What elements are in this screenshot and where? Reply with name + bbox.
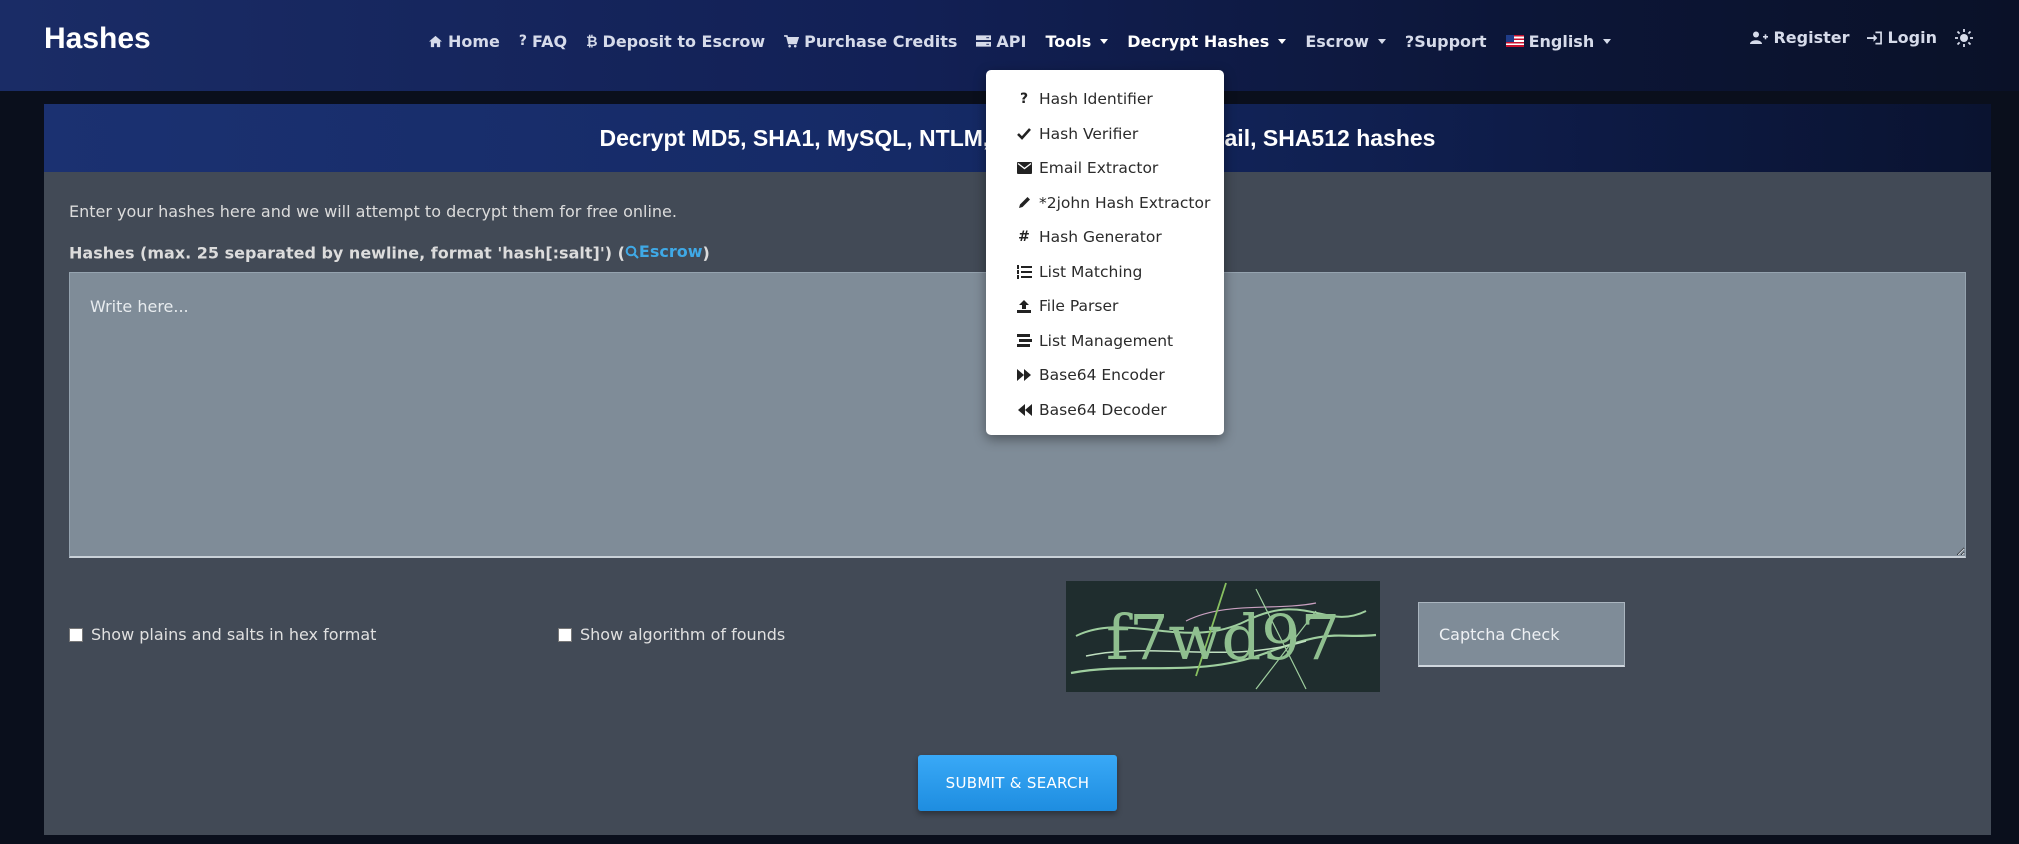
nav-purchase-label: Purchase Credits — [804, 31, 958, 51]
nav-decrypt-label: Decrypt Hashes — [1127, 31, 1270, 51]
hex-format-checkbox[interactable] — [69, 627, 83, 642]
menu-item-hash-generator[interactable]: # Hash Generator — [986, 220, 1224, 255]
chevron-down-icon — [1377, 38, 1386, 44]
sign-in-icon — [1867, 31, 1883, 45]
menu-item-label: Hash Verifier — [1039, 124, 1139, 143]
menu-item-hash-identifier[interactable]: ? Hash Identifier — [986, 82, 1224, 117]
menu-item-label: Base64 Decoder — [1039, 400, 1167, 419]
nav-language[interactable]: English — [1505, 31, 1612, 51]
backward-icon — [1016, 403, 1032, 416]
theme-toggle[interactable] — [1955, 28, 1973, 47]
nav-right: Register Login — [1750, 28, 1973, 47]
algorithm-label: Show algorithm of founds — [580, 625, 786, 644]
chevron-down-icon — [1603, 38, 1612, 44]
captcha-text: f7wd97 — [1106, 601, 1340, 674]
nav-home[interactable]: Home — [428, 32, 500, 51]
menu-item-file-parser[interactable]: File Parser — [986, 289, 1224, 324]
us-flag-icon — [1505, 35, 1524, 47]
algorithm-option[interactable]: Show algorithm of founds — [558, 625, 785, 644]
menu-item-label: Hash Identifier — [1039, 90, 1153, 109]
nav-faq-label: FAQ — [532, 31, 568, 51]
captcha-input[interactable] — [1418, 602, 1625, 667]
nav-register-label: Register — [1773, 28, 1850, 47]
nav-login-label: Login — [1887, 28, 1937, 47]
hashes-label-end: ) — [702, 243, 710, 263]
nav-escrow-label: Escrow — [1305, 31, 1369, 51]
nav-register[interactable]: Register — [1750, 28, 1849, 47]
hashes-label-text: Hashes (max. 25 separated by newline, fo… — [69, 243, 625, 263]
escrow-link-label: Escrow — [638, 242, 703, 261]
submit-search-button[interactable]: SUBMIT & SEARCH — [918, 755, 1117, 811]
question-icon: ? — [1019, 91, 1029, 108]
menu-item-label: File Parser — [1039, 297, 1119, 316]
nav-tools-label: Tools — [1045, 31, 1092, 51]
nav-language-label: English — [1528, 31, 1595, 51]
menu-item-label: List Management — [1039, 331, 1174, 350]
chevron-down-icon — [1100, 38, 1109, 44]
escrow-link[interactable]: Escrow — [625, 242, 703, 261]
menu-item-label: Email Extractor — [1039, 159, 1159, 178]
user-plus-icon — [1750, 31, 1769, 44]
nav-decrypt-hashes[interactable]: Decrypt Hashes — [1127, 31, 1287, 51]
nav-purchase[interactable]: Purchase Credits — [784, 32, 957, 51]
algorithm-checkbox[interactable] — [558, 627, 572, 642]
nav-escrow[interactable]: Escrow — [1305, 32, 1386, 51]
brand-logo[interactable]: Hashes — [44, 22, 151, 56]
menu-item-list-matching[interactable]: List Matching — [986, 255, 1224, 290]
nav-support-label: ?Support — [1404, 31, 1487, 51]
pencil-icon — [1016, 196, 1032, 209]
menu-item-label: List Matching — [1039, 262, 1143, 281]
menu-item-base64-decoder[interactable]: Base64 Decoder — [986, 393, 1224, 428]
hashes-label: Hashes (max. 25 separated by newline, fo… — [69, 242, 710, 263]
question-icon: ? — [518, 33, 528, 49]
menu-item-label: Hash Generator — [1039, 228, 1162, 247]
menu-item-hash-verifier[interactable]: Hash Verifier — [986, 117, 1224, 152]
nav-login[interactable]: Login — [1867, 28, 1937, 47]
upload-icon — [1016, 299, 1032, 313]
home-icon — [428, 35, 443, 48]
nav-api[interactable]: API — [976, 32, 1026, 51]
nav-support[interactable]: ?Support — [1405, 32, 1487, 51]
nav-faq[interactable]: ? FAQ — [519, 32, 567, 51]
bitcoin-icon: ₿ — [586, 33, 598, 50]
check-icon — [1016, 127, 1032, 140]
nav-api-label: API — [996, 31, 1027, 51]
menu-item-list-management[interactable]: List Management — [986, 324, 1224, 359]
nav-deposit-label: Deposit to Escrow — [602, 31, 766, 51]
hashtag-icon: # — [1018, 229, 1030, 246]
nav-home-label: Home — [448, 31, 500, 51]
tools-dropdown-menu: ? Hash Identifier Hash Verifier Email Ex… — [986, 70, 1224, 435]
chevron-down-icon — [1278, 38, 1287, 44]
sun-icon — [1955, 28, 1973, 47]
menu-item-base64-encoder[interactable]: Base64 Encoder — [986, 358, 1224, 393]
menu-item-label: Base64 Encoder — [1039, 366, 1165, 385]
captcha-image: f7wd97 — [1066, 581, 1380, 692]
menu-item-label: *2john Hash Extractor — [1039, 193, 1211, 212]
stream-icon — [1016, 334, 1032, 348]
search-icon — [625, 245, 639, 259]
hex-format-option[interactable]: Show plains and salts in hex format — [69, 625, 376, 644]
hex-format-label: Show plains and salts in hex format — [91, 625, 377, 644]
nav-deposit[interactable]: ₿ Deposit to Escrow — [586, 32, 765, 51]
intro-text: Enter your hashes here and we will attem… — [69, 202, 677, 221]
menu-item-2john-extractor[interactable]: *2john Hash Extractor — [986, 186, 1224, 221]
forward-icon — [1016, 369, 1032, 382]
list-ol-icon — [1016, 264, 1032, 279]
envelope-icon — [1016, 162, 1032, 175]
menu-item-email-extractor[interactable]: Email Extractor — [986, 151, 1224, 186]
nav-tools[interactable]: Tools — [1045, 31, 1109, 51]
cart-icon — [784, 34, 800, 48]
main-nav: Home ? FAQ ₿ Deposit to Escrow Purchase … — [428, 28, 1630, 54]
server-icon — [976, 35, 992, 47]
